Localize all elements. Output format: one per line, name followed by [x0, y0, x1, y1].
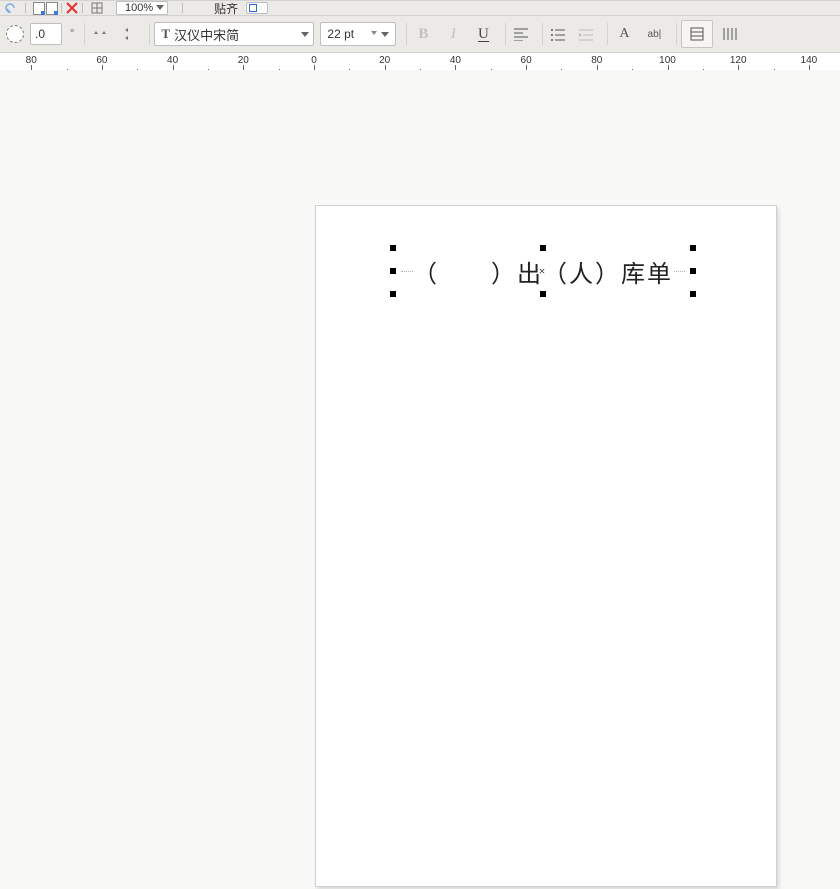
zoom-value: 100% [125, 2, 153, 14]
text-icon: T [161, 26, 170, 42]
drop-cap-button[interactable]: A [612, 23, 636, 45]
close-icon[interactable] [65, 2, 79, 14]
canvas[interactable]: （ ）出（人）库单 × [0, 70, 840, 889]
separator [25, 3, 26, 13]
text-frame[interactable]: （ ）出（人）库单 × [393, 248, 693, 294]
separator [406, 23, 407, 45]
grid-icon[interactable] [86, 1, 108, 15]
bold-button[interactable]: B [411, 23, 435, 45]
separator [82, 3, 83, 13]
font-family-combo[interactable]: T 汉仪中宋简 [154, 22, 314, 46]
indent-button[interactable] [575, 23, 597, 45]
text-frame-columns-button[interactable] [681, 20, 713, 48]
separator [505, 23, 506, 45]
mirror-horizontal-icon[interactable] [89, 23, 111, 45]
font-family-value: 汉仪中宋简 [174, 25, 239, 44]
underline-button[interactable]: U [471, 23, 495, 45]
separator [607, 23, 608, 45]
insert-symbol-button[interactable]: ab| [642, 23, 666, 45]
page[interactable] [315, 205, 777, 887]
snap-label[interactable]: 贴齐 [214, 0, 238, 17]
text-toolbar: ° T 汉仪中宋简 22 pt B I U A ab| [0, 16, 840, 53]
font-size-combo[interactable]: 22 pt [320, 22, 396, 46]
font-size-value: 22 pt [327, 27, 354, 41]
separator [149, 23, 150, 45]
mirror-vertical-icon[interactable] [117, 23, 139, 45]
separator [84, 23, 85, 45]
separator [61, 3, 62, 13]
center-marker-icon[interactable]: × [538, 266, 548, 276]
bulleted-list-button[interactable] [547, 23, 569, 45]
align-left-button[interactable] [510, 23, 532, 45]
page-layout-buttons[interactable] [33, 2, 58, 15]
undo-button[interactable] [0, 1, 22, 15]
separator [182, 3, 183, 13]
zoom-level-combo[interactable]: 100% [116, 1, 168, 15]
rotation-value-input[interactable] [30, 23, 62, 45]
degree-icon: ° [70, 28, 74, 40]
separator [542, 23, 543, 45]
columns-button[interactable] [719, 23, 741, 45]
snap-options-dropdown[interactable] [246, 2, 268, 14]
top-toolbar: 100% 贴齐 [0, 0, 840, 16]
separator [676, 23, 677, 45]
rotation-indicator-icon[interactable] [6, 25, 24, 43]
italic-button[interactable]: I [441, 23, 465, 45]
